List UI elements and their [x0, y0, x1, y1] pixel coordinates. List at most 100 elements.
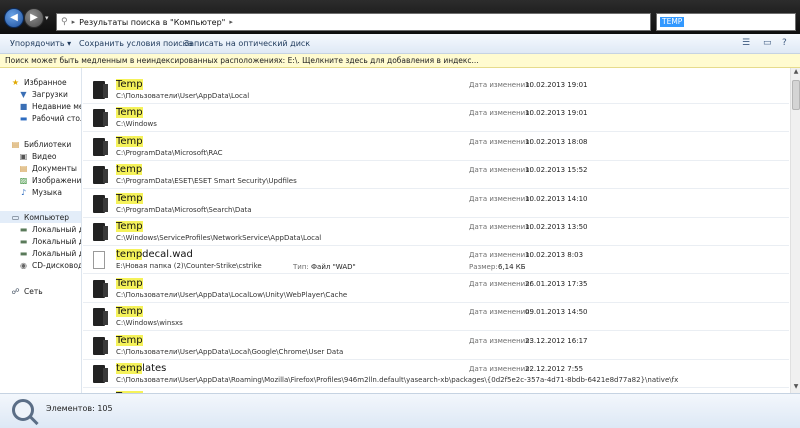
date-modified-value: 10.02.2013 15:52 — [525, 166, 588, 175]
date-modified-value: 09.01.2013 14:50 — [525, 308, 588, 317]
folder-icon — [93, 81, 108, 99]
view-options-icon[interactable]: ☰ — [742, 38, 750, 48]
desktop-icon: ▬ — [19, 113, 28, 123]
date-modified-value: 26.01.2013 17:35 — [525, 279, 588, 288]
result-path: C:\Пользователи\User\AppData\Local\Googl… — [116, 347, 344, 356]
help-icon[interactable]: ? — [782, 38, 787, 48]
nav-libraries-label: Библиотеки — [24, 139, 72, 149]
date-modified-value: 22.12.2012 7:55 — [525, 365, 584, 373]
date-modified-value: 23.12.2012 16:17 — [525, 336, 588, 345]
nav-images[interactable]: ▨ Изображения — [0, 174, 81, 186]
result-name[interactable]: Temp — [116, 192, 143, 204]
nav-documents[interactable]: ▤ Документы — [0, 162, 77, 174]
result-row[interactable]: Temp C:\Windows\winsxs Дата изменения: 09.0… — [83, 303, 789, 332]
hard-drive-icon: ▬ — [19, 236, 28, 246]
nav-music[interactable]: ♪ Музыка — [0, 186, 62, 198]
result-name-rest: lates — [142, 363, 167, 374]
date-modified-value: 10.02.2013 19:01 — [525, 81, 588, 89]
search-input[interactable]: TEMP — [656, 13, 796, 31]
video-icon: ▣ — [19, 151, 28, 161]
result-row[interactable]: Temp C:\Windows\ServiceProfiles\NetworkSe… — [83, 218, 789, 246]
preview-pane-icon[interactable]: ▭ — [763, 38, 772, 48]
nav-computer[interactable]: ▭ Компьютер — [0, 211, 81, 223]
breadcrumb-separator[interactable]: ▸ — [72, 18, 76, 26]
address-field[interactable]: ⚲ ▸ Результаты поиска в "Компьютер" ▸ — [56, 13, 651, 31]
organize-button[interactable]: Упорядочить ▾ — [10, 39, 71, 48]
search-match-highlight: temp — [116, 249, 143, 261]
result-name[interactable]: tempdecal.wad — [116, 249, 193, 261]
nav-disk1-label: Локальный диск — [32, 224, 81, 234]
result-name[interactable]: temp — [116, 164, 143, 176]
nav-recent-places[interactable]: ■ Недавние места — [0, 100, 81, 112]
nav-network[interactable]: ☍ Сеть — [0, 285, 42, 297]
nav-libraries[interactable]: ▤ Библиотеки — [0, 138, 72, 150]
result-row[interactable]: Temp C:\Пользователи\User\AppData\Local Да… — [83, 76, 789, 104]
breadcrumb-search-results[interactable]: Результаты поиска в "Компьютер" — [79, 18, 225, 27]
date-modified-value: 10.02.2013 14:10 — [525, 194, 588, 203]
size-value: 6,14 КБ — [498, 263, 526, 272]
save-search-button[interactable]: Сохранить условия поиска — [79, 39, 192, 48]
back-button[interactable]: ◀ — [4, 8, 24, 28]
nav-local-disk-3[interactable]: ▬ Локальный диск — [0, 247, 81, 259]
result-row[interactable]: Temp C:\ProgramData\Microsoft\RAC Дата изм… — [83, 133, 789, 161]
result-name[interactable]: Temp — [116, 306, 143, 318]
images-icon: ▨ — [19, 175, 28, 185]
search-term[interactable]: TEMP — [660, 17, 685, 27]
result-name[interactable]: Temp — [116, 221, 143, 232]
result-path: C:\ProgramData\Microsoft\Search\Data — [116, 205, 252, 214]
downloads-folder-icon: ▼ — [20, 89, 27, 99]
scroll-up-arrow[interactable]: ▲ — [791, 68, 800, 78]
folder-icon — [93, 308, 108, 327]
result-name[interactable]: Temp — [116, 107, 143, 119]
results-scrollbar[interactable]: ▲ ▼ — [790, 68, 800, 393]
info-bar-text[interactable]: Поиск может быть медленным в неиндексиро… — [5, 56, 479, 65]
result-row[interactable]: temp C:\ProgramData\ESET\ESET Smart Secur… — [83, 161, 789, 190]
music-icon: ♪ — [20, 187, 27, 197]
result-row[interactable]: templates C:\Пользователи\User\AppData\Ro… — [83, 360, 789, 388]
result-name[interactable]: Temp — [116, 79, 143, 90]
result-row[interactable]: tempdecal.wad E:\Новая папка (2)\Counter-… — [83, 246, 789, 275]
breadcrumb-separator[interactable]: ▸ — [229, 18, 233, 26]
result-path: C:\Windows\ServiceProfiles\NetworkServic… — [116, 234, 322, 242]
result-name[interactable]: Temp — [116, 135, 143, 147]
index-info-bar[interactable]: Поиск может быть медленным в неиндексиро… — [0, 54, 800, 68]
nav-video[interactable]: ▣ Видео — [0, 150, 57, 162]
recent-pages-dropdown[interactable]: ▾ — [45, 14, 49, 22]
scroll-down-arrow[interactable]: ▼ — [791, 383, 800, 393]
result-path: E:\Новая папка (2)\Counter-Strike\cstrik… — [116, 262, 262, 271]
date-modified-value: 10.02.2013 13:50 — [525, 223, 588, 231]
nav-downloads[interactable]: ▼ Загрузки — [0, 88, 68, 100]
nav-desktop[interactable]: ▬ Рабочий стол — [0, 112, 81, 124]
navigation-pane: ★ Избранное ▼ Загрузки ■ Недавние места … — [0, 68, 82, 393]
result-row[interactable]: Temp C:\Пользователи\User\AppData\LocalLo… — [83, 275, 789, 303]
folder-icon — [93, 194, 108, 213]
burn-button[interactable]: Записать на оптический диск — [184, 39, 310, 48]
nav-cd-drive[interactable]: ◉ CD-дисковод (H — [0, 259, 81, 271]
nav-local-disk-2[interactable]: ▬ Локальный диск — [0, 235, 81, 247]
item-count: Элементов: 105 — [46, 404, 113, 413]
date-modified-value: 10.02.2013 8:03 — [525, 251, 584, 260]
result-row[interactable]: Temp C:\Windows Дата изменения: 10.02.2013 … — [83, 104, 789, 133]
nav-music-label: Музыка — [32, 187, 62, 197]
result-path: C:\Пользователи\User\AppData\Roaming\Moz… — [116, 376, 679, 384]
scroll-thumb[interactable] — [792, 80, 800, 110]
result-row[interactable]: Temp C:\Пользователи\User\AppData\Local\G… — [83, 332, 789, 360]
search-magnifier-icon — [12, 399, 34, 421]
result-path: C:\Пользователи\User\AppData\Local — [116, 92, 250, 100]
result-name[interactable]: Temp — [116, 277, 143, 289]
result-name[interactable]: templates — [116, 363, 166, 374]
result-row[interactable]: Temp C:\ProgramData\Microsoft\Search\Data… — [83, 190, 789, 218]
date-modified-label: Дата изменения: — [469, 166, 532, 175]
nav-disk2-label: Локальный диск — [32, 236, 81, 246]
result-name-rest: decal.wad — [142, 249, 193, 261]
result-name[interactable]: Temp — [116, 334, 143, 346]
details-pane: Элементов: 105 — [0, 393, 800, 428]
forward-button[interactable]: ▶ — [24, 8, 44, 28]
result-path: C:\Пользователи\User\AppData\LocalLow\Un… — [116, 290, 348, 299]
nav-local-disk-1[interactable]: ▬ Локальный диск — [0, 223, 81, 235]
file-icon — [93, 251, 105, 270]
result-path: C:\Windows — [116, 120, 157, 129]
nav-favorites[interactable]: ★ Избранное — [0, 76, 67, 88]
search-match-highlight: Temp — [116, 192, 143, 204]
result-path: C:\ProgramData\Microsoft\RAC — [116, 148, 223, 157]
